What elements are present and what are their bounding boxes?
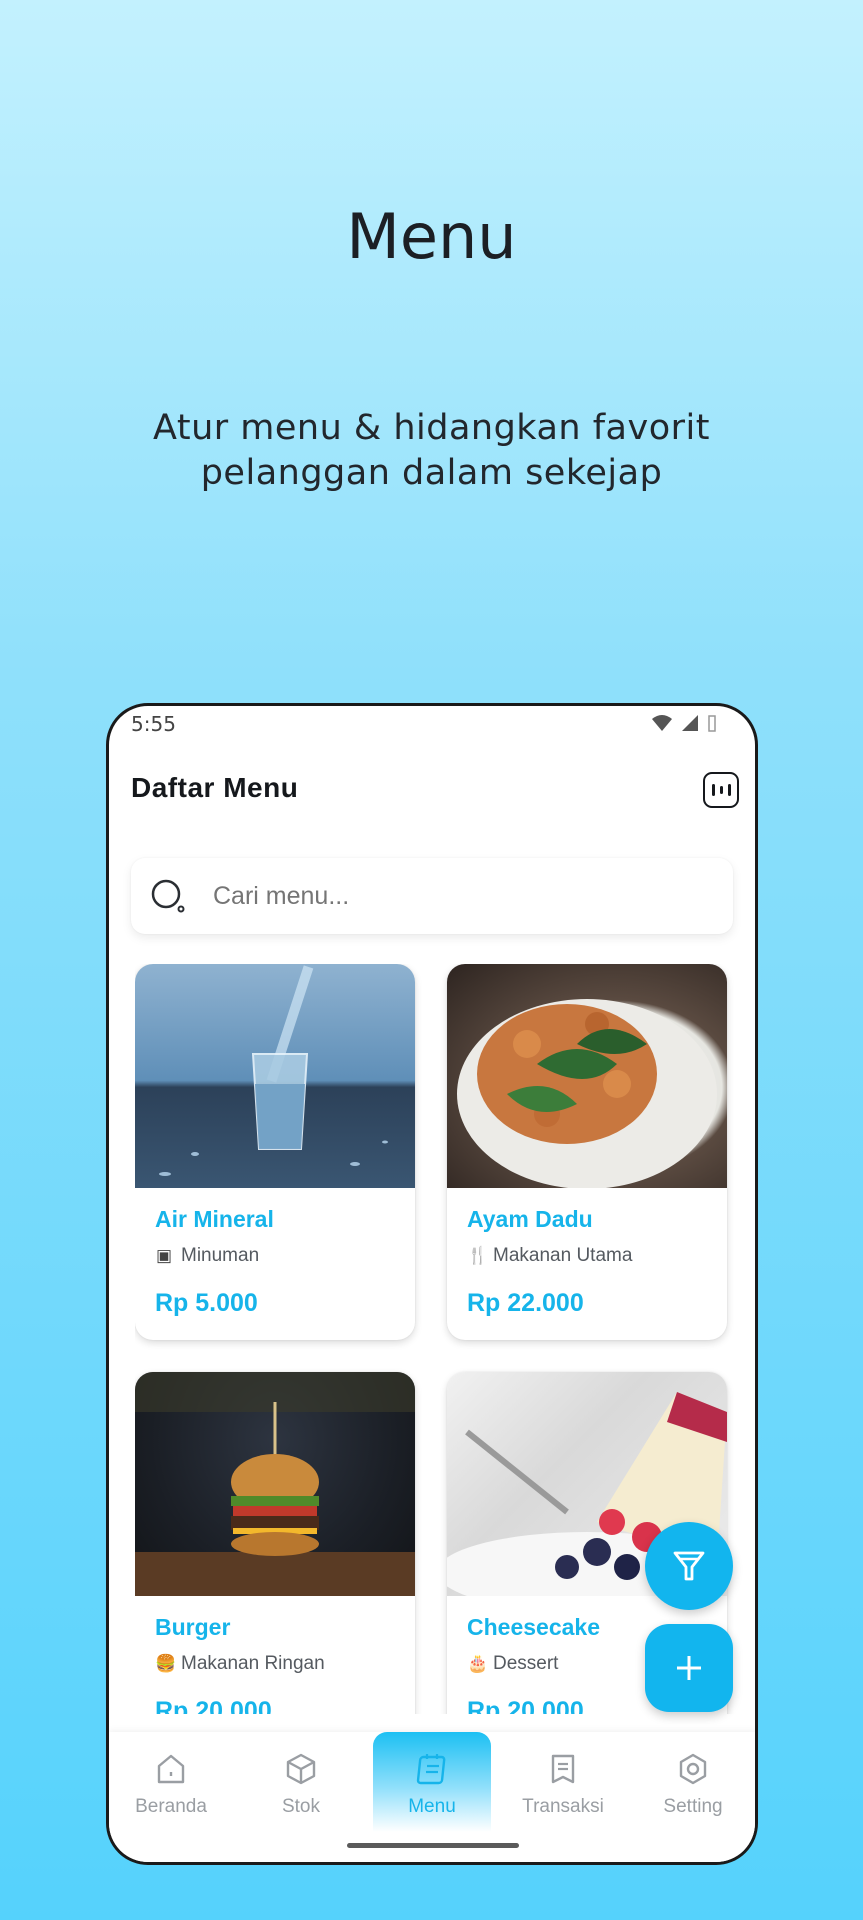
menu-name: Air Mineral [155, 1206, 274, 1232]
bottom-nav: Beranda Stok Menu Transaksi Setting [109, 1732, 755, 1862]
search-bar[interactable] [131, 858, 733, 934]
nav-item-beranda[interactable]: Beranda [109, 1732, 233, 1832]
menu-price: Rp 22.000 [467, 1289, 584, 1317]
home-icon [157, 1754, 185, 1784]
search-input[interactable] [213, 881, 593, 911]
menu-category: 🍔 Makanan Ringan [155, 1653, 395, 1675]
menu-category-label: Dessert [493, 1653, 559, 1674]
menu-category-label: Makanan Ringan [181, 1653, 325, 1674]
nav-label-setting: Setting [663, 1796, 723, 1817]
nav-item-setting[interactable]: Setting [631, 1732, 755, 1832]
menu-image-air-mineral [135, 964, 415, 1188]
menu-image-ayam-dadu [447, 964, 727, 1188]
hero-subtitle: Atur menu & hidangkan favorit pelanggan … [153, 408, 710, 493]
home-indicator[interactable] [347, 1843, 519, 1848]
box-icon [286, 1753, 316, 1785]
burger-illustration [135, 1372, 415, 1596]
menu-price: Rp 5.000 [155, 1289, 258, 1317]
chart-bars-icon[interactable] [703, 772, 739, 808]
menu-category: ▣ Minuman [155, 1245, 395, 1267]
menu-category-label: Minuman [181, 1245, 260, 1266]
nav-item-transaksi[interactable]: Transaksi [501, 1732, 625, 1832]
receipt-icon [551, 1754, 575, 1784]
menu-card-ayam-dadu[interactable]: Ayam Dadu 🍴 Makanan Utama Rp 22.000 [447, 964, 727, 1340]
nav-label-transaksi: Transaksi [522, 1796, 604, 1817]
water-glass-illustration [159, 965, 388, 1176]
wifi-icon [652, 715, 672, 731]
battery-icon [708, 715, 716, 732]
status-icons [651, 714, 717, 732]
cake-icon: 🎂 [467, 1654, 489, 1673]
menu-image-burger [135, 1372, 415, 1596]
status-time: 5:55 [131, 712, 176, 736]
hero-title: Menu [346, 200, 517, 273]
menu-name: Burger [155, 1614, 231, 1640]
nav-label-menu: Menu [408, 1796, 456, 1817]
menu-book-icon [416, 1754, 446, 1785]
menu-price: Rp 20.000 [155, 1697, 272, 1714]
add-menu-button[interactable] [645, 1624, 733, 1712]
drink-cup-icon: ▣ [155, 1246, 173, 1265]
menu-category-label: Makanan Utama [493, 1245, 633, 1266]
status-bar: 5:55 [109, 706, 755, 740]
menu-name: Ayam Dadu [467, 1206, 593, 1232]
menu-card-burger[interactable]: Burger 🍔 Makanan Ringan Rp 20.000 [135, 1372, 415, 1714]
page-title: Daftar Menu [131, 772, 299, 803]
phone-frame: 5:55 Daftar Menu Cari menu... Air Minera… [106, 703, 758, 1865]
nav-label-stok: Stok [281, 1796, 321, 1817]
nav-item-menu[interactable]: Menu [373, 1732, 491, 1832]
fastfood-icon: 🍔 [155, 1654, 177, 1673]
chicken-dish-illustration [457, 999, 717, 1188]
nav-item-stok[interactable]: Stok [239, 1732, 363, 1832]
app-header: Daftar Menu [109, 762, 755, 822]
settings-icon [679, 1753, 707, 1785]
search-icon [151, 879, 185, 913]
menu-category: 🍴 Makanan Utama [467, 1245, 707, 1267]
menu-grid: Air Mineral ▣ Minuman Rp 5.000 Ayam Dadu… [135, 964, 735, 1714]
nav-label-beranda: Beranda [135, 1796, 207, 1817]
filter-icon [673, 1551, 705, 1581]
menu-card-air-mineral[interactable]: Air Mineral ▣ Minuman Rp 5.000 [135, 964, 415, 1340]
utensils-icon: 🍴 [467, 1246, 489, 1265]
plus-icon [677, 1656, 701, 1680]
signal-icon [682, 715, 698, 731]
filter-button[interactable] [645, 1522, 733, 1610]
